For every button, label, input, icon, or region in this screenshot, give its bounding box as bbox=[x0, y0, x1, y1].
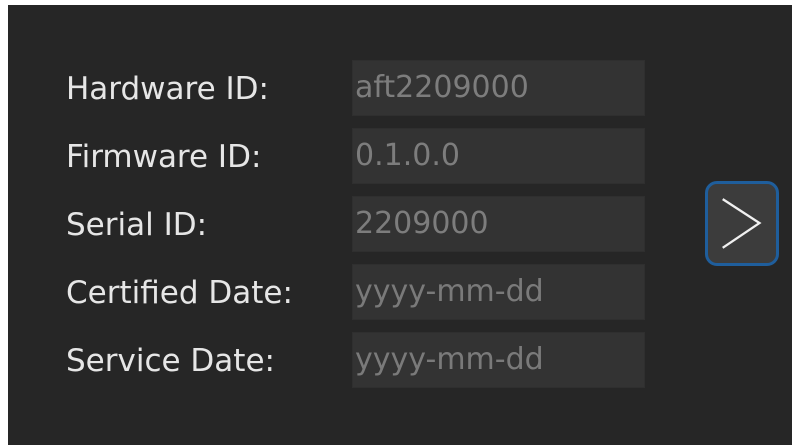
serial-id-label: Serial ID: bbox=[66, 207, 208, 243]
service-date-row: Service Date: bbox=[66, 332, 666, 390]
certified-date-label: Certified Date: bbox=[66, 275, 293, 311]
firmware-id-row: Firmware ID: bbox=[66, 128, 666, 186]
service-date-field[interactable] bbox=[352, 332, 645, 388]
hardware-id-row: Hardware ID: bbox=[66, 60, 666, 118]
firmware-id-field[interactable] bbox=[352, 128, 645, 184]
serial-id-row: Serial ID: bbox=[66, 196, 666, 254]
certified-date-row: Certified Date: bbox=[66, 264, 666, 322]
firmware-id-label: Firmware ID: bbox=[66, 139, 262, 175]
device-info-panel: Hardware ID: Firmware ID: Serial ID: Cer… bbox=[8, 5, 792, 445]
certified-date-field[interactable] bbox=[352, 264, 645, 320]
next-button[interactable] bbox=[705, 181, 779, 266]
serial-id-field[interactable] bbox=[352, 196, 645, 252]
service-date-label: Service Date: bbox=[66, 343, 275, 379]
chevron-right-icon bbox=[722, 198, 762, 249]
hardware-id-label: Hardware ID: bbox=[66, 71, 269, 107]
hardware-id-field[interactable] bbox=[352, 60, 645, 116]
